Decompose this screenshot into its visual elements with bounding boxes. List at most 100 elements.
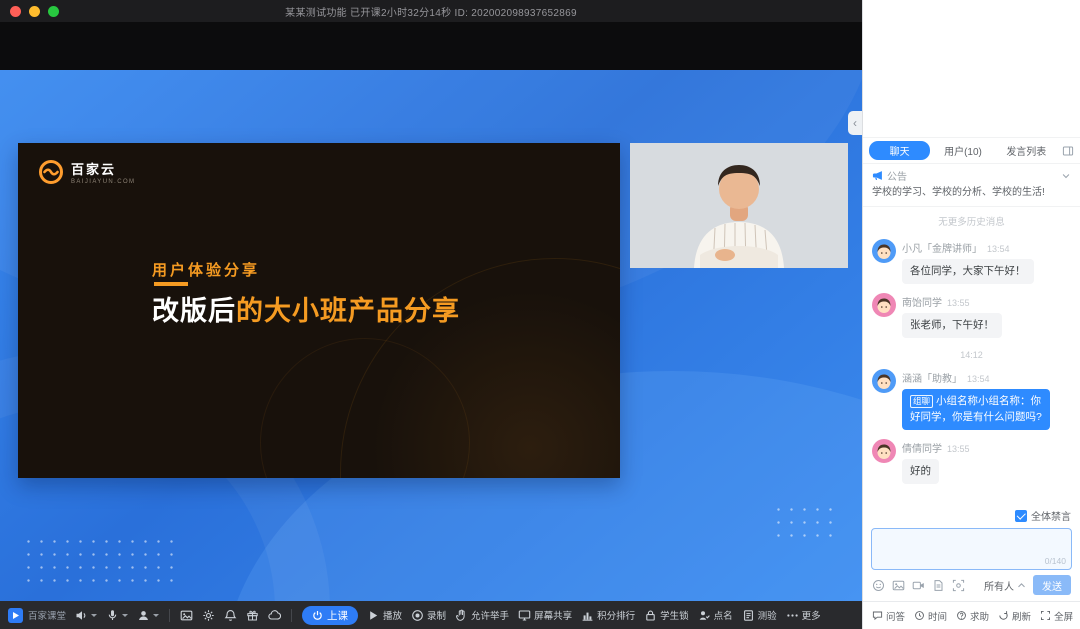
mute-all-checkbox[interactable] xyxy=(1015,510,1027,522)
cloud-button[interactable] xyxy=(268,609,281,622)
avatar[interactable] xyxy=(872,439,896,463)
time-divider: 14:12 xyxy=(872,350,1071,360)
capture-button[interactable] xyxy=(952,579,965,592)
message-bubble: 张老师，下午好！ xyxy=(902,313,1002,338)
toolbar-divider xyxy=(169,609,170,622)
screen-share-button[interactable]: 屏幕共享 xyxy=(518,608,572,622)
fullscreen-button[interactable]: 全屏 xyxy=(1040,609,1073,623)
sender-name: 倩倩同学 xyxy=(902,440,942,455)
record-icon xyxy=(411,609,424,622)
send-image-button[interactable] xyxy=(892,579,905,592)
quiz-button[interactable]: 测验 xyxy=(742,608,777,622)
classroom-stage: 百家云 BAIJIAYUN.COM 用户体验分享 改版后的大小班产品分享 xyxy=(0,70,862,601)
message-time: 13:55 xyxy=(947,298,970,308)
tab-speaker-list[interactable]: 发言列表 xyxy=(996,141,1057,160)
clock-icon xyxy=(914,610,925,621)
presenter-illustration xyxy=(630,143,848,268)
emoji-button[interactable] xyxy=(872,579,885,592)
slide-title-orange: 的大小班产品分享 xyxy=(236,296,460,326)
brand-domain: BAIJIAYUN.COM xyxy=(71,179,135,185)
toolbar-item-label: 积分排行 xyxy=(597,608,635,622)
help-button[interactable]: 求助 xyxy=(956,609,989,623)
help-label: 求助 xyxy=(970,609,989,623)
slide-title-white: 改版后 xyxy=(152,296,236,326)
main-area: 百家云 BAIJIAYUN.COM 用户体验分享 改版后的大小班产品分享 xyxy=(0,22,862,601)
speaker-control[interactable] xyxy=(75,609,97,622)
avatar[interactable] xyxy=(872,293,896,317)
mic-control[interactable] xyxy=(106,609,128,622)
message-composer: 0/140 xyxy=(871,528,1072,570)
notice-button[interactable] xyxy=(224,609,237,622)
camera-control[interactable] xyxy=(137,609,159,622)
audience-selector[interactable]: 所有人 xyxy=(984,578,1026,593)
chat-message: 涵涵「助教」 13:54 组聊小组名称小组名称：你好同学，你是有什么问题吗? xyxy=(872,369,1071,429)
composer-toolbar: 所有人 发送 xyxy=(863,570,1080,601)
announcement-expand-button[interactable] xyxy=(1061,171,1071,181)
audience-label: 所有人 xyxy=(984,578,1014,593)
send-file-button[interactable] xyxy=(932,579,945,592)
app-logo-icon xyxy=(8,608,23,623)
qa-button[interactable]: 问答 xyxy=(872,609,905,623)
allow-raise-hand-button[interactable]: 允许举手 xyxy=(455,608,509,622)
message-input[interactable] xyxy=(872,529,1071,569)
play-button[interactable]: 播放 xyxy=(367,608,402,622)
record-button[interactable]: 录制 xyxy=(411,608,446,622)
settings-button[interactable] xyxy=(202,609,215,622)
help-icon xyxy=(956,610,967,621)
rollcall-icon xyxy=(698,609,711,622)
student-lock-button[interactable]: 学生锁 xyxy=(644,608,689,622)
tab-chat[interactable]: 聊天 xyxy=(869,141,930,160)
image-icon xyxy=(892,579,905,592)
refresh-icon xyxy=(998,610,1009,621)
avatar[interactable] xyxy=(872,239,896,263)
send-button[interactable]: 发送 xyxy=(1033,575,1071,595)
qa-label: 问答 xyxy=(886,609,905,623)
sender-name: 小凡「金牌讲师」 xyxy=(902,240,982,255)
announcement-panel: 公告 学校的学习、学校的分析、学校的生活! xyxy=(863,164,1080,207)
image-icon xyxy=(180,609,193,622)
power-icon xyxy=(312,610,323,621)
avatar[interactable] xyxy=(872,369,896,393)
more-button[interactable]: 更多 xyxy=(786,608,821,622)
timer-button[interactable]: 时间 xyxy=(914,609,947,623)
panel-layout-button[interactable] xyxy=(1059,145,1074,157)
toolbar-item-label: 录制 xyxy=(427,608,446,622)
raise-hand-icon xyxy=(455,609,468,622)
deco-dots xyxy=(22,535,182,587)
toolbar-item-label: 允许举手 xyxy=(471,608,509,622)
chevron-down-icon xyxy=(153,614,159,617)
slide-subtitle: 用户体验分享 xyxy=(152,259,260,280)
mute-all-label: 全体禁言 xyxy=(1031,508,1071,523)
video-icon xyxy=(912,579,925,592)
message-time: 13:54 xyxy=(987,244,1010,254)
zoom-button[interactable] xyxy=(48,6,59,17)
ranking-button[interactable]: 积分排行 xyxy=(581,608,635,622)
ranking-icon xyxy=(581,609,594,622)
camera-placeholder xyxy=(863,0,1080,138)
window-controls xyxy=(10,0,59,22)
teacher-video-feed xyxy=(630,143,848,268)
start-class-label: 上课 xyxy=(327,608,348,623)
toolbar-item-label: 更多 xyxy=(802,608,821,622)
toolbar-item-label: 屏幕共享 xyxy=(534,608,572,622)
media-button[interactable] xyxy=(180,609,193,622)
minimize-button[interactable] xyxy=(29,6,40,17)
refresh-button[interactable]: 刷新 xyxy=(998,609,1031,623)
slide-title: 改版后的大小班产品分享 xyxy=(152,289,460,328)
gear-icon xyxy=(202,609,215,622)
start-class-button[interactable]: 上课 xyxy=(302,606,358,625)
announcement-label: 公告 xyxy=(887,168,907,183)
message-bubble: 好的 xyxy=(902,459,939,484)
sidebar-collapse-handle[interactable]: ‹ xyxy=(848,111,862,135)
play-icon xyxy=(367,609,380,622)
tab-users[interactable]: 用户(10) xyxy=(932,141,993,160)
baijiayun-logo-icon xyxy=(38,159,64,185)
char-counter: 0/140 xyxy=(1045,556,1066,566)
speaker-icon xyxy=(75,609,88,622)
gift-button[interactable] xyxy=(246,609,259,622)
chat-message-list: 小凡「金牌讲师」 13:54 各位同学，大家下午好！ 南饴同学 13:55 张老… xyxy=(863,230,1080,505)
close-button[interactable] xyxy=(10,6,21,17)
panel-layout-icon xyxy=(1062,145,1074,157)
rollcall-button[interactable]: 点名 xyxy=(698,608,733,622)
send-video-button[interactable] xyxy=(912,579,925,592)
